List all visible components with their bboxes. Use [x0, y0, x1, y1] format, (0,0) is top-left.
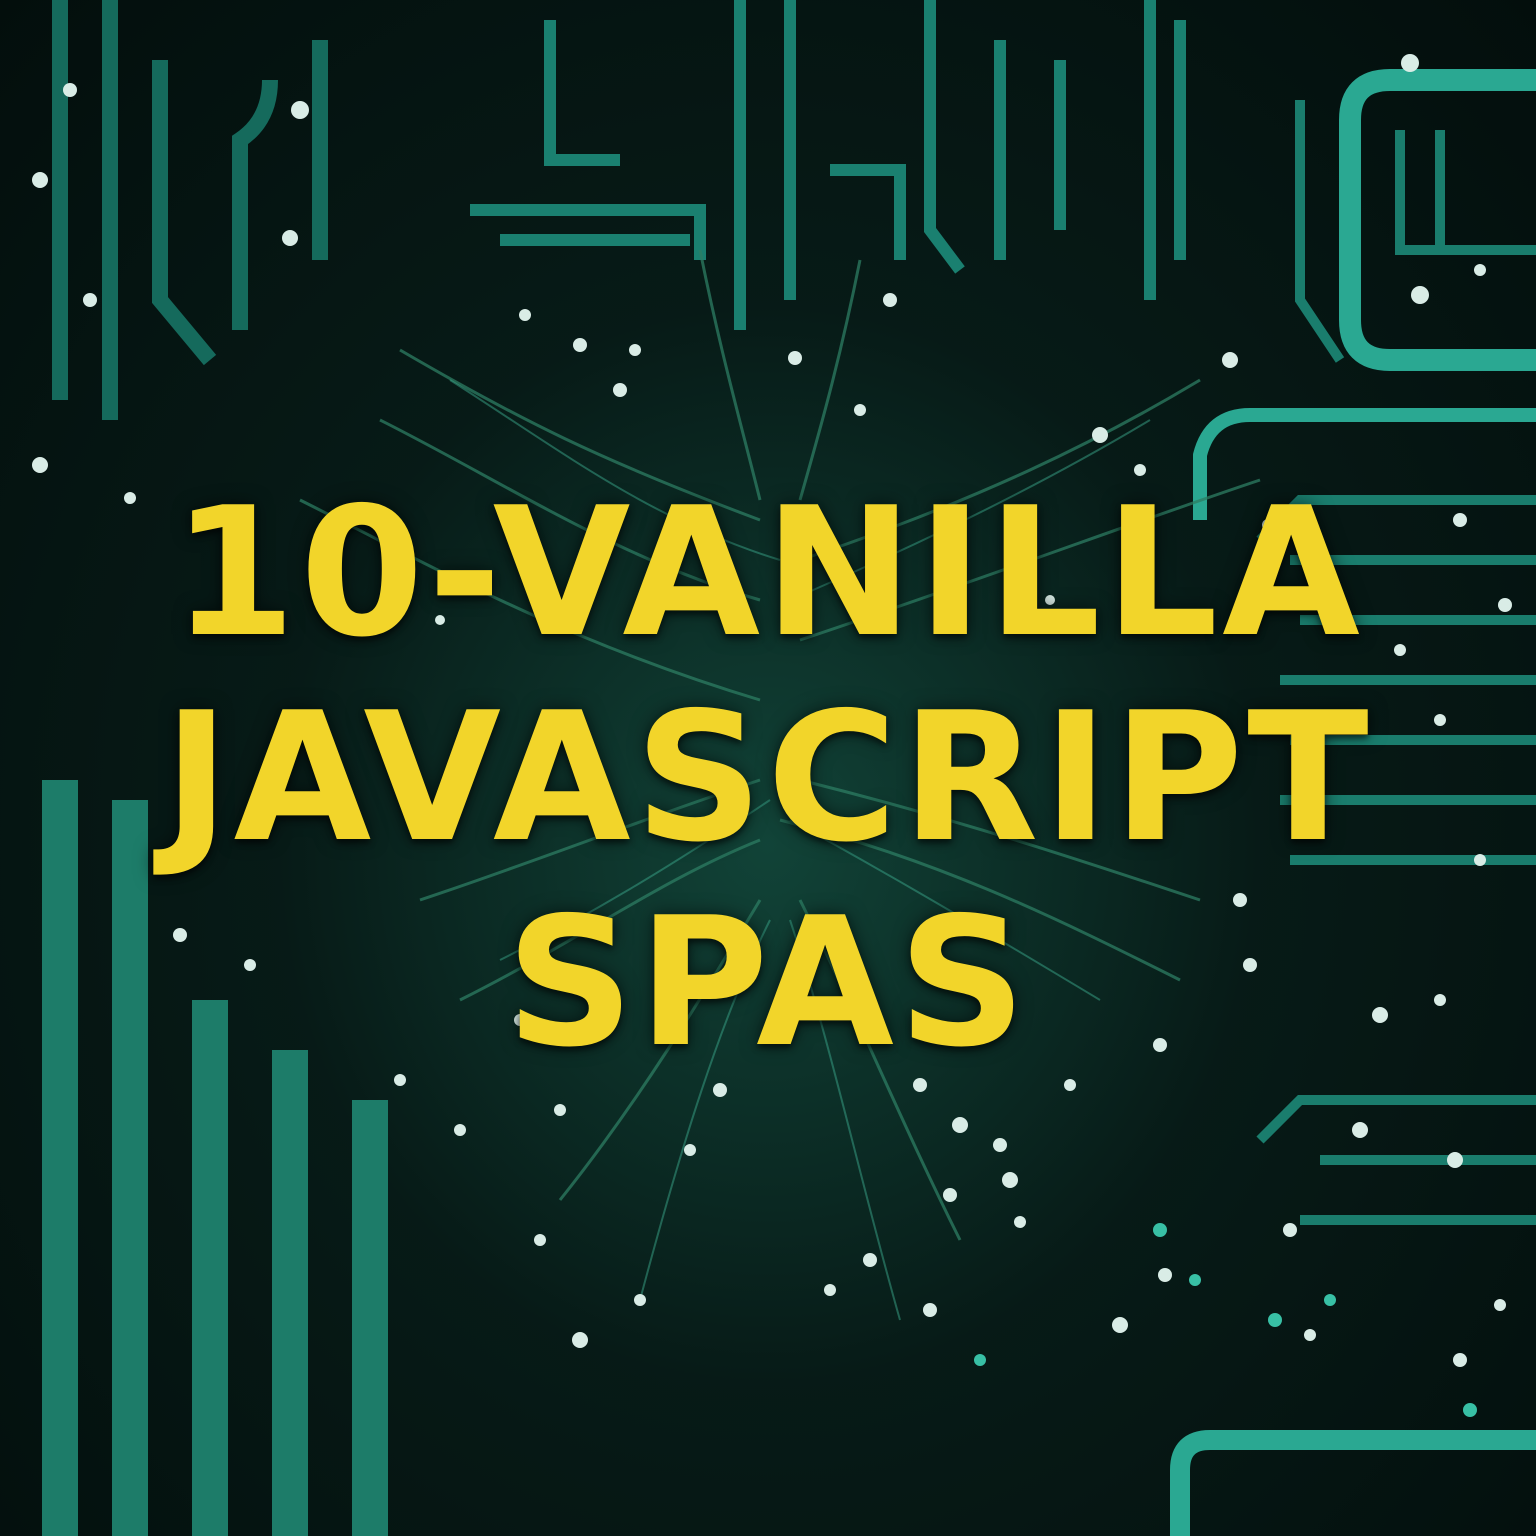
title-line-1: 10-VANILLA	[172, 469, 1364, 676]
trace-group-bottom-right	[1170, 1430, 1536, 1536]
cover-poster: 10-VANILLA JAVASCRIPT SPAS	[0, 0, 1536, 1536]
title-line-2: JAVASCRIPT	[163, 674, 1373, 881]
teal-dots	[974, 1223, 1477, 1417]
trace-group-left	[52, 0, 328, 420]
cover-title: 10-VANILLA JAVASCRIPT SPAS	[0, 470, 1536, 1085]
trace-group-top	[470, 0, 1186, 330]
trace-group-top-right	[1193, 69, 1536, 520]
title-line-3: SPAS	[505, 879, 1031, 1086]
